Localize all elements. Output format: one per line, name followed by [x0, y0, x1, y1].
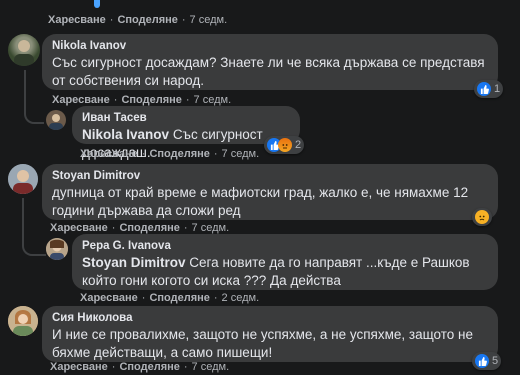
reaction-summary[interactable]: 5 — [472, 352, 502, 370]
comment-bubble: Pepa G. Ivanova Stoyan Dimitrov Сега нов… — [72, 234, 498, 290]
comment-author[interactable]: Pepa G. Ivanova — [82, 239, 488, 254]
avatar[interactable] — [46, 238, 68, 260]
like-link[interactable]: Харесване — [80, 148, 138, 160]
comment-actions-top: Харесване · Споделяне · 7 седм. — [48, 14, 228, 26]
mention-link[interactable]: Nikola Ivanov — [82, 127, 169, 142]
comment-author[interactable]: Сия Николова — [52, 311, 488, 326]
like-link[interactable]: Харесване — [80, 292, 138, 304]
comment-author[interactable]: Stoyan Dimitrov — [52, 169, 488, 184]
timestamp[interactable]: 7 седм. — [190, 14, 228, 26]
share-link[interactable]: Споделяне — [121, 94, 181, 106]
sad-icon — [475, 210, 489, 224]
like-link[interactable]: Харесване — [50, 361, 108, 373]
avatar[interactable] — [8, 34, 40, 66]
comment-actions: Харесване · Споделяне · 7 седм. — [80, 148, 260, 160]
share-link[interactable]: Споделяне — [119, 361, 179, 373]
timestamp[interactable]: 2 седм. — [222, 292, 260, 304]
comment-actions: Харесване · Споделяне · 7 седм. — [50, 361, 230, 373]
comment-author[interactable]: Nikola Ivanov — [52, 39, 488, 54]
comment-actions: Харесване · Споделяне · 2 седм. — [80, 292, 260, 304]
like-icon — [475, 354, 489, 368]
comment-bubble: Nikola Ivanov Със сигурност досаждам? Зн… — [42, 34, 498, 90]
timestamp[interactable]: 7 седм. — [222, 148, 260, 160]
comment-text: И ние се провалихме, защото не успяхме, … — [52, 327, 474, 360]
like-link[interactable]: Харесване — [50, 222, 108, 234]
avatar[interactable] — [46, 110, 66, 130]
like-link[interactable]: Харесване — [52, 94, 110, 106]
share-link[interactable]: Споделяне — [119, 222, 179, 234]
mention-link[interactable]: Stoyan Dimitrov — [82, 255, 186, 270]
comment-author[interactable]: Иван Тасев — [82, 111, 290, 126]
like-link[interactable]: Харесване — [48, 14, 106, 26]
reaction-summary[interactable]: 1 — [474, 80, 504, 98]
comment-bubble: Stoyan Dimitrov дупница от край време е … — [42, 164, 498, 220]
timestamp[interactable]: 7 седм. — [192, 222, 230, 234]
comment-bubble: Сия Николова И ние се провалихме, защото… — [42, 306, 498, 362]
reaction-count: 1 — [494, 83, 501, 95]
reply-thread-line — [22, 198, 46, 256]
avatar[interactable] — [8, 306, 38, 336]
like-icon — [477, 82, 491, 96]
reply-thread-line — [24, 70, 44, 124]
timestamp[interactable]: 7 седм. — [194, 94, 232, 106]
comment-actions: Харесване · Споделяне · 7 седм. — [52, 94, 232, 106]
reaction-count: 5 — [492, 355, 499, 367]
avatar[interactable] — [8, 164, 38, 194]
reaction-summary[interactable]: 2 — [264, 136, 305, 154]
comment-actions: Харесване · Споделяне · 7 седм. — [50, 222, 230, 234]
share-link[interactable]: Споделяне — [149, 148, 209, 160]
comment-text: Със сигурност досаждам? Знаете ли че вся… — [52, 55, 485, 88]
share-link[interactable]: Споделяне — [117, 14, 177, 26]
comment-text: дупница от край време е мафиотски град, … — [52, 185, 469, 218]
reaction-summary[interactable] — [472, 208, 492, 226]
share-link[interactable]: Споделяне — [149, 292, 209, 304]
timestamp[interactable]: 7 седм. — [192, 361, 230, 373]
angry-icon — [278, 138, 292, 152]
reaction-count: 2 — [295, 139, 302, 151]
water-drop-icon — [94, 0, 100, 8]
